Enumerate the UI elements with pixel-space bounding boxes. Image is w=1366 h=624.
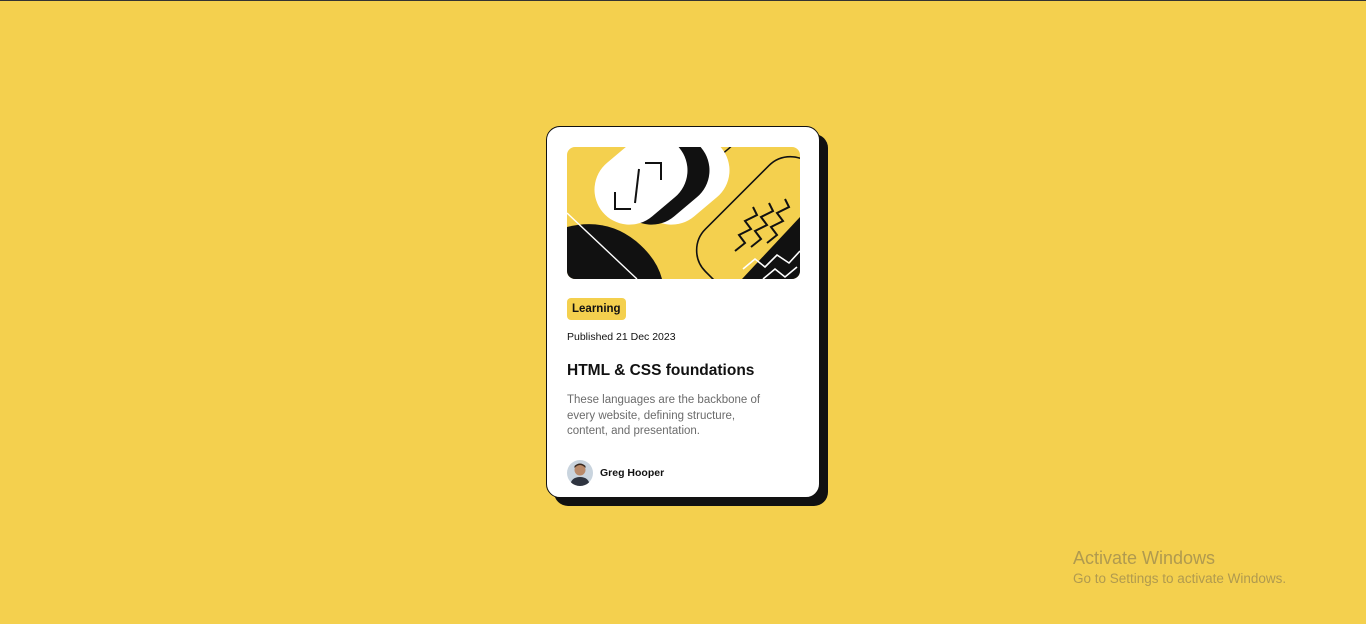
activate-windows-watermark: Activate Windows Go to Settings to activ… xyxy=(1073,547,1286,588)
watermark-title: Activate Windows xyxy=(1073,548,1216,568)
watermark-subtitle: Go to Settings to activate Windows. xyxy=(1073,571,1287,586)
avatar xyxy=(567,459,593,486)
window-top-border xyxy=(0,0,1366,1)
article-title[interactable]: HTML & CSS foundations xyxy=(567,361,799,381)
category-tag: Learning xyxy=(567,298,626,320)
blog-preview-card: Learning Published 21 Dec 2023 HTML & CS… xyxy=(546,126,820,498)
published-date: Published 21 Dec 2023 xyxy=(567,331,676,343)
hero-illustration xyxy=(567,147,800,279)
author-block: Greg Hooper xyxy=(567,459,799,486)
author-name: Greg Hooper xyxy=(600,466,665,479)
article-description: These languages are the backbone of ever… xyxy=(567,394,761,437)
